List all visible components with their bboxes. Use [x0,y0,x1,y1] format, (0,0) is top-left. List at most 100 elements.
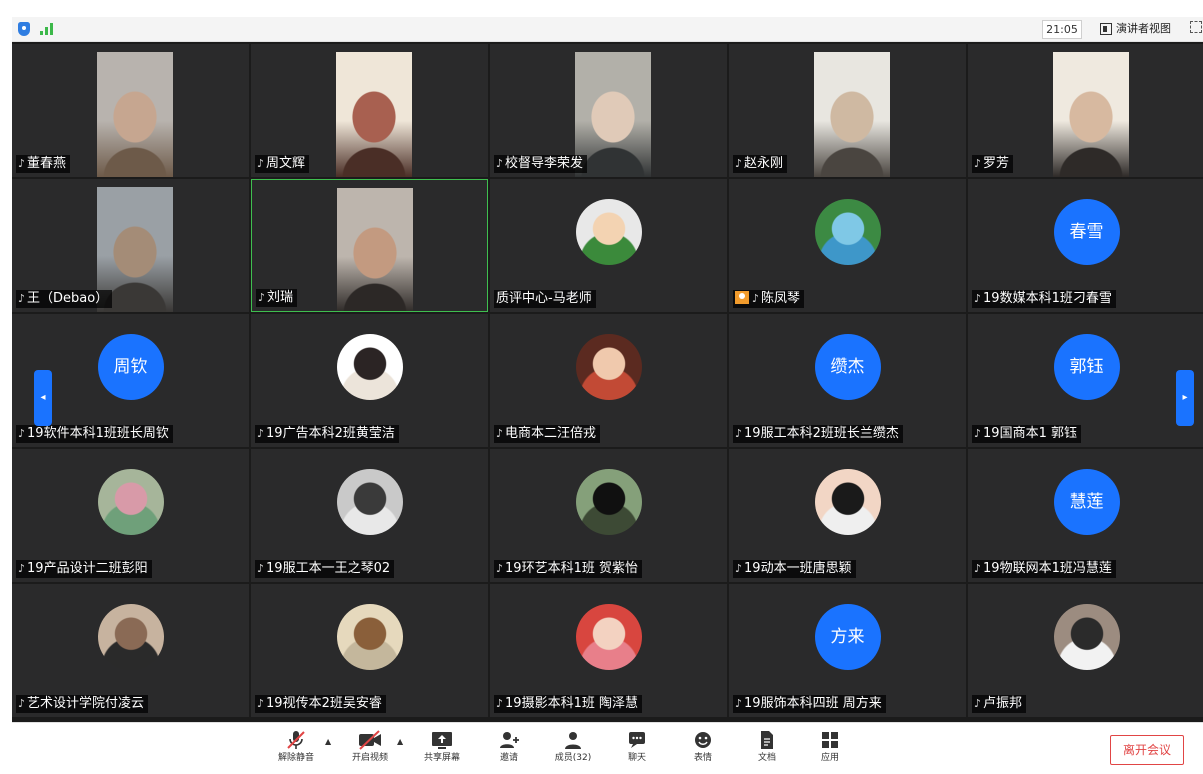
participant-name: ♪ 校督导李荣发 [494,155,588,173]
participant-tile[interactable]: ♪ 19产品设计二班彭阳 [12,449,249,582]
participant-grid: ♪ 董春燕 ♪ 周文辉 ♪ 校督导李荣发 ♪ 赵永刚 ♪ 罗芳 ♪ 王（Debao） ♪ 刘瑞 质评中心-马… [12,42,1203,722]
participant-name: ♪ 19数媒本科1班刁春雪 [972,290,1116,308]
security-shield-icon[interactable] [18,22,30,36]
apps-icon [805,729,855,751]
participant-tile[interactable]: ♪ 19服工本一王之琴02 [251,449,488,582]
participant-tile[interactable]: ♪ 罗芳 [968,44,1203,177]
speaker-view-icon [1100,23,1112,35]
microphone-icon: ♪ [257,427,265,440]
participant-avatar: 慧莲 [1053,469,1120,535]
next-page-button[interactable]: ▸ [1176,370,1194,426]
participant-name: ♪ 刘瑞 [256,289,298,307]
participant-name-text: 电商本二汪倍戎 [505,426,597,441]
participant-tile[interactable]: ♪ 19摄影本科1班 陶泽慧 [490,584,727,717]
participant-name-text: 19广告本科2班黄莹洁 [266,426,395,441]
members-icon [548,729,598,751]
participant-tile[interactable]: 郭钰 ♪ 19国商本1 郭钰 [968,314,1203,447]
share-button[interactable]: 共享屏幕 [417,729,467,764]
invite-icon [484,729,534,751]
microphone-icon: ♪ [735,427,743,440]
participant-video [813,52,890,177]
unmute-button[interactable]: 解除静音 [271,729,321,764]
chevron-left-icon: ◂ [40,392,46,403]
participant-tile[interactable]: 方来 ♪ 19服饰本科四班 周方来 [729,584,966,717]
microphone-icon: ♪ [18,697,26,710]
microphone-icon: ♪ [974,427,982,440]
participant-video [1052,52,1129,177]
participant-name: ♪ 赵永刚 [733,155,788,173]
participant-name-text: 19物联网本1班冯慧莲 [983,561,1112,576]
participant-tile[interactable]: ♪ 王（Debao） [12,179,249,312]
participant-avatar: 方来 [814,604,881,670]
participant-tile[interactable]: ♪ 19动本一班唐思颖 [729,449,966,582]
participant-name-text: 质评中心-马老师 [496,291,592,306]
participant-tile[interactable]: ♪ 校督导李荣发 [490,44,727,177]
participant-avatar [575,334,642,400]
participant-tile[interactable]: ♪ 19视传本2班吴安睿 [251,584,488,717]
microphone-icon: ♪ [18,427,26,440]
members-label: 成员(32) [554,753,592,763]
participant-name-text: 校督导李荣发 [505,156,584,171]
participant-name-text: 19摄影本科1班 陶泽慧 [505,696,638,711]
participant-name: 质评中心-马老师 [494,290,596,308]
apps-button[interactable]: 应用 [805,729,855,764]
participant-avatar: 郭钰 [1053,334,1120,400]
reactions-button[interactable]: 表情 [678,729,728,764]
network-signal-icon[interactable] [40,23,56,35]
microphone-icon: ♪ [496,562,504,575]
participant-name: ♪ 19视传本2班吴安睿 [255,695,386,713]
participant-tile[interactable]: ♪ 19广告本科2班黄莹洁 [251,314,488,447]
options-caret-icon[interactable]: ▲ [325,737,331,746]
participant-tile[interactable]: 慧莲 ♪ 19物联网本1班冯慧莲 [968,449,1203,582]
participant-name: ♪ 王（Debao） [16,290,113,308]
participant-tile[interactable]: ♪ 董春燕 [12,44,249,177]
options-caret-icon[interactable]: ▲ [397,737,403,746]
video-label: 开启视频 [351,753,388,763]
meeting-toolbar: 解除静音 开启视频 共享屏幕 邀请 成员(32) 聊天 表情 文档 应用 ▲ ▲ 离开会议 [12,722,1203,774]
participant-tile[interactable]: ♪ 刘瑞 [251,179,488,312]
chat-button[interactable]: 聊天 [612,729,662,764]
invite-label: 邀请 [499,753,518,763]
participant-tile[interactable]: ♪ 19环艺本科1班 贺紫怡 [490,449,727,582]
docs-button[interactable]: 文档 [742,729,792,764]
microphone-icon: ♪ [496,157,504,170]
participant-tile[interactable]: ♪ 陈凤琴 [729,179,966,312]
participant-name: ♪ 19物联网本1班冯慧莲 [972,560,1116,578]
fullscreen-icon[interactable] [1190,21,1202,33]
speaker-view-label: 演讲者视图 [1116,22,1171,35]
chat-icon [612,729,662,751]
participant-tile[interactable]: 质评中心-马老师 [490,179,727,312]
participant-name: ♪ 19服工本科2班班长兰缵杰 [733,425,903,443]
participant-avatar [97,604,164,670]
participant-tile[interactable]: ♪ 卢振邦 [968,584,1203,717]
speaker-view-button[interactable]: 演讲者视图 [1100,20,1171,38]
participant-avatar [575,199,642,265]
participant-tile[interactable]: ♪ 电商本二汪倍戎 [490,314,727,447]
microphone-icon: ♪ [735,697,743,710]
invite-button[interactable]: 邀请 [484,729,534,764]
participant-tile[interactable]: ♪ 周文辉 [251,44,488,177]
leave-meeting-button[interactable]: 离开会议 [1110,735,1184,765]
participant-avatar [336,469,403,535]
participant-name: ♪ 电商本二汪倍戎 [494,425,601,443]
previous-page-button[interactable]: ◂ [34,370,52,426]
participant-name-text: 艺术设计学院付凌云 [27,696,145,711]
members-button[interactable]: 成员(32) [548,729,598,764]
participant-avatar [575,469,642,535]
top-bar: 21:05 演讲者视图 [0,0,1203,48]
participant-name: ♪ 19摄影本科1班 陶泽慧 [494,695,642,713]
participant-avatar [1053,604,1120,670]
participant-name: ♪ 卢振邦 [972,695,1027,713]
video-button[interactable]: 开启视频 [345,729,395,764]
participant-tile[interactable]: 春雪 ♪ 19数媒本科1班刁春雪 [968,179,1203,312]
participant-name-text: 19数媒本科1班刁春雪 [983,291,1112,306]
microphone-icon: ♪ [735,157,743,170]
microphone-icon: ♪ [735,562,743,575]
smiley-icon [678,729,728,751]
participant-tile[interactable]: 缵杰 ♪ 19服工本科2班班长兰缵杰 [729,314,966,447]
participant-name: ♪ 陈凤琴 [733,290,805,308]
participant-name-text: 19服工本科2班班长兰缵杰 [744,426,899,441]
participant-avatar [336,334,403,400]
participant-tile[interactable]: ♪ 艺术设计学院付凌云 [12,584,249,717]
participant-tile[interactable]: ♪ 赵永刚 [729,44,966,177]
